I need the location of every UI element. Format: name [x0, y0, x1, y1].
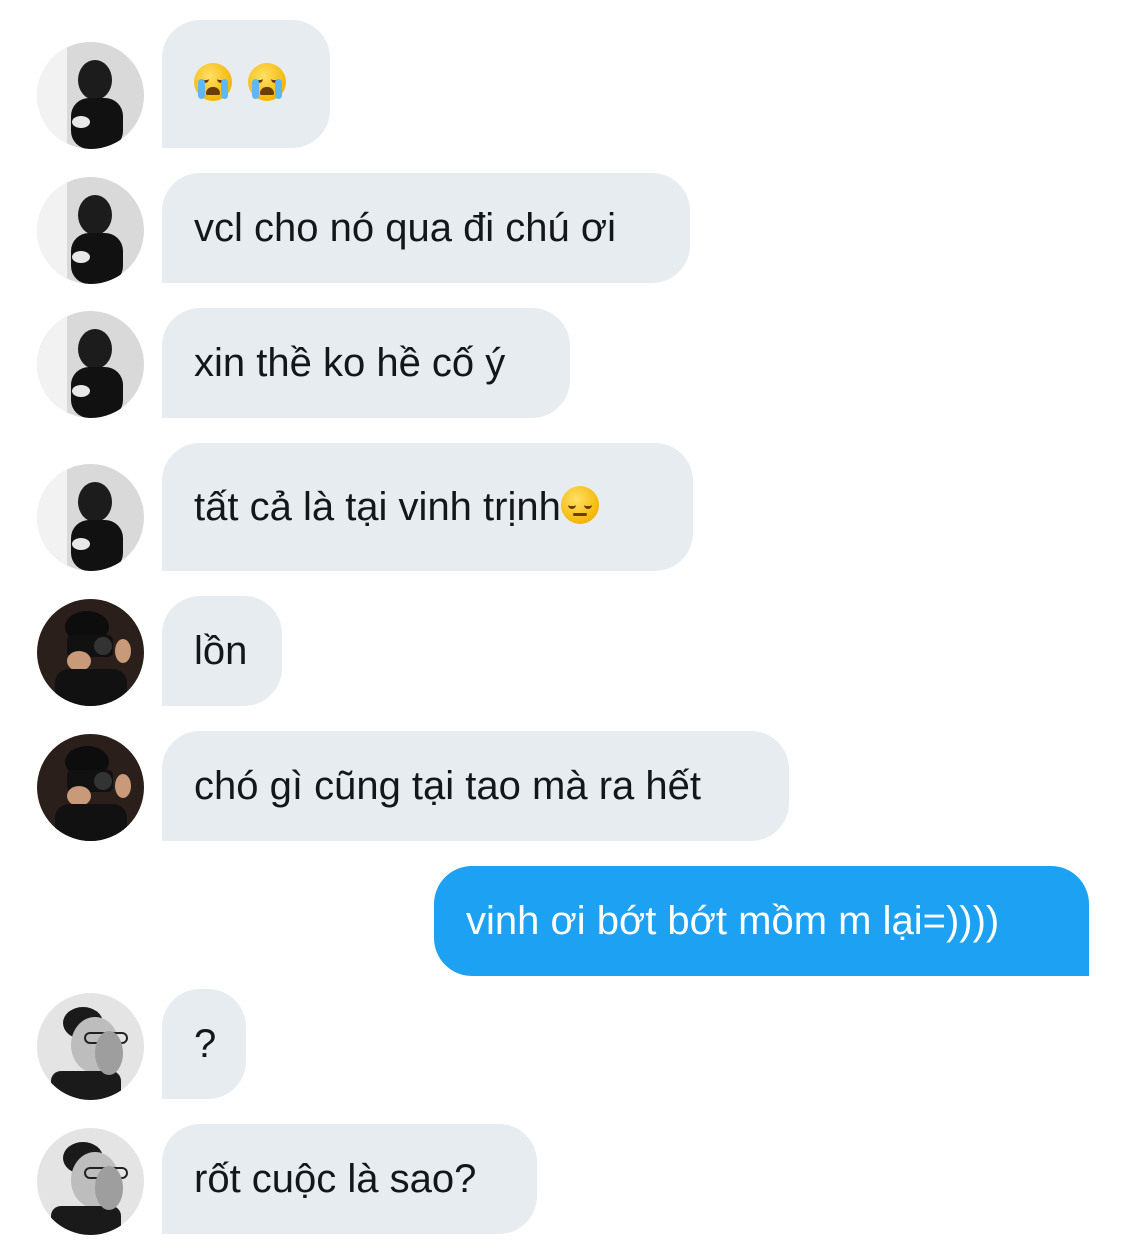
message-text: vcl cho nó qua đi chú ơi [194, 206, 617, 250]
contact-avatar[interactable] [37, 42, 144, 149]
message-text: rốt cuộc là sao? [194, 1157, 477, 1201]
message-text: tất cả là tại vinh trịnh [194, 485, 561, 529]
message-text: lồn [194, 629, 248, 673]
message-bubble[interactable] [162, 20, 330, 148]
contact-avatar[interactable] [37, 464, 144, 571]
message-bubble[interactable]: ? [162, 989, 246, 1099]
contact-avatar[interactable] [37, 311, 144, 418]
contact-avatar[interactable] [37, 599, 144, 706]
contact-avatar[interactable] [37, 993, 144, 1100]
message-text: vinh ơi bớt bớt mồm m lại=)))) [466, 899, 1000, 943]
contact-avatar[interactable] [37, 734, 144, 841]
message-bubble[interactable]: xin thề ko hề cố ý [162, 308, 570, 418]
message-text: chó gì cũng tại tao mà ra hết [194, 764, 701, 808]
loudly-crying-face-icon [194, 63, 232, 101]
loudly-crying-face-icon [248, 63, 286, 101]
message-bubble[interactable]: rốt cuộc là sao? [162, 1124, 537, 1234]
message-bubble[interactable]: lồn [162, 596, 282, 706]
pensive-face-icon [560, 486, 599, 524]
contact-avatar[interactable] [37, 1128, 144, 1235]
message-text: ? [194, 1022, 217, 1066]
sent-message-bubble[interactable]: vinh ơi bớt bớt mồm m lại=)))) [434, 866, 1089, 976]
contact-avatar[interactable] [37, 177, 144, 284]
message-text: xin thề ko hề cố ý [194, 341, 506, 385]
message-bubble[interactable]: vcl cho nó qua đi chú ơi [162, 173, 690, 283]
message-bubble[interactable]: chó gì cũng tại tao mà ra hết [162, 731, 789, 841]
message-bubble[interactable]: tất cả là tại vinh trịnh [162, 443, 693, 571]
